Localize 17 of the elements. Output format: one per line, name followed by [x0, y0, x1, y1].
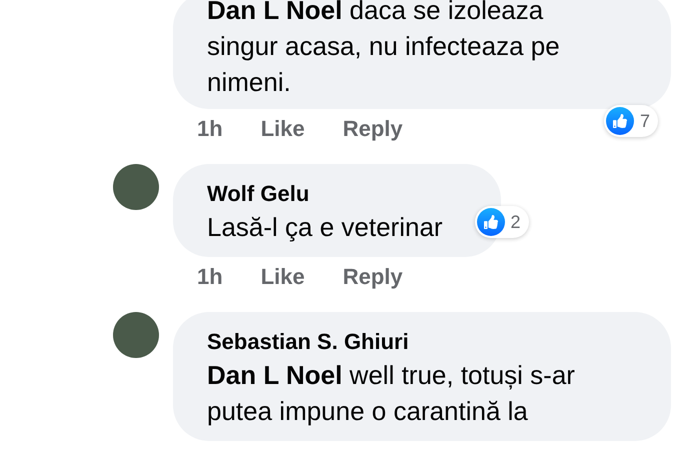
comment-action-link[interactable]: Reply	[342, 114, 403, 144]
comment-author[interactable]: Wolf Gelu	[207, 179, 443, 209]
thumbs-up-icon	[476, 208, 505, 236]
comment-author[interactable]: Sebastian S. Ghiuri	[207, 327, 613, 357]
comment-action-link[interactable]: Like	[260, 114, 305, 144]
comment-time: 1h	[197, 115, 223, 143]
comment-action-link[interactable]: Reply	[342, 262, 403, 292]
comment-action-link[interactable]: Like	[260, 262, 305, 292]
avatar-photo-placeholder[interactable]	[113, 312, 159, 358]
reaction-count[interactable]: 2	[474, 206, 529, 238]
avatar-photo-placeholder[interactable]	[113, 164, 159, 210]
comment-time: 1h	[197, 263, 223, 291]
reaction-count[interactable]: 7	[604, 105, 658, 137]
comment-text: Dan L Noel daca se izoleaza singur acasa, nu infecteaza pe nimeni.	[207, 0, 561, 99]
thumbs-up-icon	[606, 107, 634, 135]
comment-text: Dan L Noel well true, totuși s-ar putea impune o carantină la	[207, 359, 576, 428]
comment-text: Lasă-l ça e veterinar	[207, 211, 443, 244]
